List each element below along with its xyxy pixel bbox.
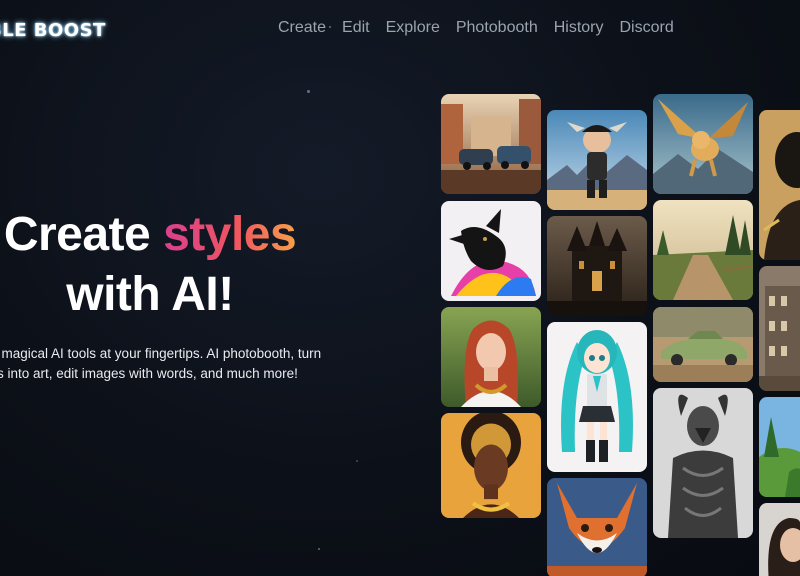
red-hair-woman-image [441,307,541,407]
nav-item-explore[interactable]: Explore [386,19,440,37]
cartoon-boy-image [547,110,647,210]
gallery-image[interactable] [547,216,647,316]
fantasy-landscape-image [759,397,800,497]
gallery-image[interactable] [759,397,800,497]
page: BLE BOOST Create Edit Explore Photobooth… [0,0,800,576]
nav-item-history[interactable]: History [554,19,604,37]
nav-item-photobooth[interactable]: Photobooth [456,19,538,37]
gallery-image[interactable] [547,322,647,472]
main-nav: Create Edit Explore Photobooth History D… [278,19,674,37]
flying-dog-image [653,94,753,194]
gallery-image[interactable] [441,413,541,518]
hero-subtitle-line2: ls into art, edit images with words, and… [0,366,298,381]
gallery-image[interactable] [441,94,541,194]
gallery-image[interactable] [441,201,541,301]
gallery-image[interactable] [653,388,753,538]
brand-logo[interactable]: BLE BOOST [0,20,106,41]
hero-subtitle: f magical AI tools at your fingertips. A… [0,344,354,384]
street-cars-image [441,94,541,194]
hero-subtitle-line1: f magical AI tools at your fingertips. A… [0,346,322,361]
gallery-image[interactable] [441,307,541,407]
star-decoration [356,460,358,462]
gallery-image[interactable] [547,478,647,576]
golden-headdress-woman-image [441,413,541,518]
gallery-image[interactable] [653,94,753,194]
silhouette-portrait-image [759,110,800,260]
old-buildings-image [759,266,800,391]
colorful-dog-image [441,201,541,301]
star-decoration [307,90,310,93]
gallery-image[interactable] [547,110,647,210]
hero-title-line2: with AI! [66,268,234,321]
gallery-image[interactable] [759,110,800,260]
nav-item-discord[interactable]: Discord [620,19,674,37]
green-car-image [653,307,753,382]
nav-item-edit[interactable]: Edit [342,19,370,37]
star-decoration [318,548,320,550]
gallery-image[interactable] [653,200,753,300]
gothic-castle-image [547,216,647,316]
gallery-image[interactable] [759,503,800,576]
nav-item-create[interactable]: Create [278,19,326,37]
gallery-image[interactable] [759,266,800,391]
hero-title-prefix: Create [3,208,164,261]
hero-title: Create styles with AI! [0,205,310,325]
woman-portrait-image [759,503,800,576]
fox-portrait-image [547,478,647,576]
gallery-image[interactable] [653,307,753,382]
armored-warrior-image [653,388,753,538]
hero-title-accent: styles [163,208,297,261]
anime-girl-image [547,322,647,472]
forest-road-image [653,200,753,300]
